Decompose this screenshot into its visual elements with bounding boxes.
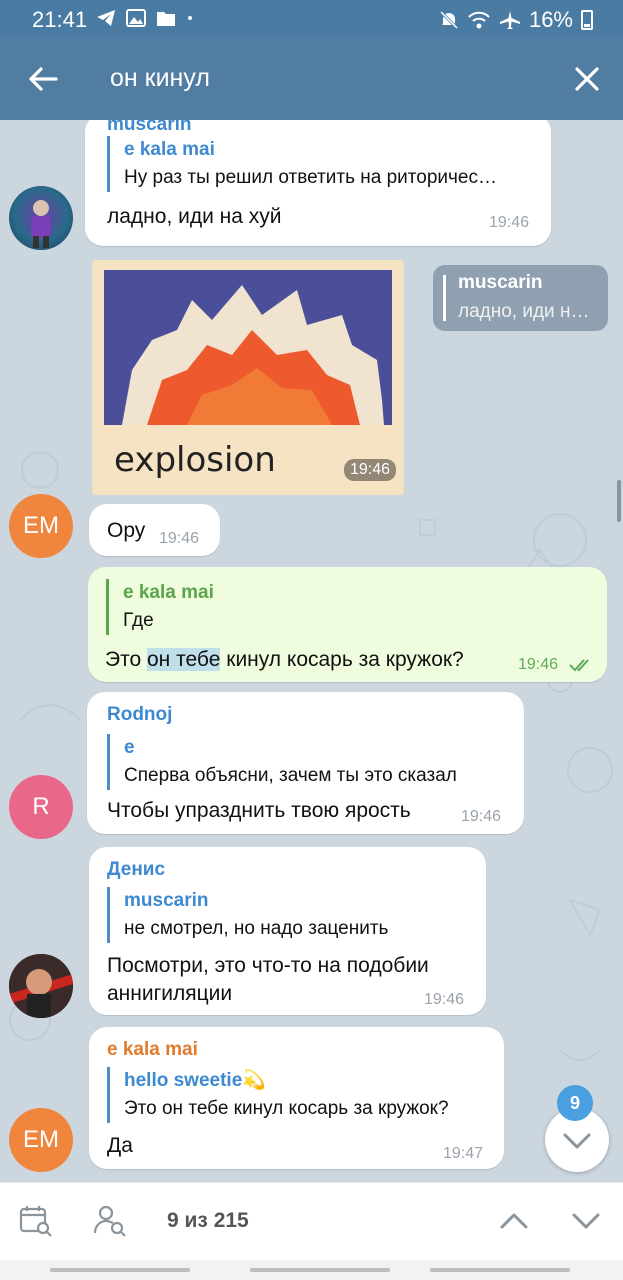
battery-percent: 16% <box>528 7 573 32</box>
back-arrow-icon[interactable] <box>26 62 60 96</box>
avatar-initials: EM <box>23 1126 59 1153</box>
reply-quote[interactable]: muscarin не смотрел, но надо заценить <box>107 887 477 943</box>
close-icon[interactable] <box>570 62 604 96</box>
double-check-icon <box>569 659 589 672</box>
nav-handle[interactable] <box>430 1268 570 1272</box>
unread-count-badge: 9 <box>557 1085 593 1121</box>
avatar-initials: R <box>32 793 50 820</box>
sender-name[interactable]: e kala mai <box>107 1039 198 1061</box>
avatar[interactable]: EM <box>9 494 73 558</box>
system-navigation-bar <box>0 1260 623 1280</box>
search-highlight: он тебе <box>147 648 221 671</box>
chevron-up-icon[interactable] <box>496 1203 532 1239</box>
message-time: 19:46 <box>424 991 465 1008</box>
search-navigation-bar: 9 из 215 <box>0 1182 623 1260</box>
reply-author: e <box>124 737 135 758</box>
mute-icon <box>439 10 459 30</box>
sender-name[interactable]: Денис <box>107 859 165 881</box>
user-search-icon[interactable] <box>92 1203 128 1239</box>
chevron-down-icon[interactable] <box>568 1203 604 1239</box>
date-chip-label: 21 декабря <box>265 140 358 159</box>
reply-text: не смотрел, но надо заценить <box>124 918 389 939</box>
avatar[interactable]: EM <box>9 1108 73 1172</box>
message-time: 19:46 <box>489 214 530 231</box>
nav-handle[interactable] <box>50 1268 190 1272</box>
message-text: Чтобы упразднить твою ярость <box>107 799 411 822</box>
image-icon <box>126 9 146 27</box>
reply-quote[interactable]: hello sweetie💫 Это он тебе кинул косарь … <box>107 1067 497 1123</box>
sender-name[interactable]: Rodnoj <box>107 704 172 726</box>
message-time: 19:46 <box>461 808 502 825</box>
avatar[interactable] <box>9 954 73 1018</box>
reply-author: e kala mai <box>123 582 214 603</box>
message-text-part: кинул косарь за кружок? <box>220 648 464 671</box>
image-caption: explosion <box>114 440 276 480</box>
reply-text: ладно, иди н… <box>458 301 590 322</box>
reply-text: Это он тебе кинул косарь за кружок? <box>124 1098 449 1119</box>
chat-area[interactable]: muscarin e kala mai Ну раз ты решил отве… <box>0 120 623 1182</box>
search-input[interactable]: он кинул <box>110 64 210 93</box>
reply-author: muscarin <box>458 272 543 293</box>
message-time: 19:46 <box>518 656 559 673</box>
dot-icon <box>188 16 192 20</box>
message-text: Ору <box>107 519 146 542</box>
wifi-icon <box>468 11 490 29</box>
reply-text: Где <box>123 610 154 631</box>
status-bar: 21:41 16% <box>0 0 623 38</box>
status-time: 21:41 <box>32 7 88 32</box>
unread-count: 9 <box>569 1092 580 1113</box>
message-text-line: аннигиляции <box>107 982 233 1005</box>
search-header: он кинул <box>0 38 623 120</box>
reply-quote[interactable]: e Сперва объясни, зачем ты это сказал <box>107 734 507 790</box>
photo-message[interactable]: explosion 19:46 <box>92 260 404 495</box>
message-time: 19:46 <box>159 530 200 547</box>
avatar-initials: EM <box>23 512 59 539</box>
user-photo <box>9 954 73 1018</box>
system-icons: 16% <box>439 7 593 33</box>
message-bubble[interactable]: Денис muscarin не смотрел, но надо зацен… <box>89 847 486 1015</box>
message-bubble[interactable]: Ору 19:46 <box>89 504 220 556</box>
message-text-line: Посмотри, это что-то на подобии <box>107 954 429 977</box>
airplane-icon <box>499 11 520 29</box>
reply-text: Сперва объясни, зачем ты это сказал <box>124 765 457 786</box>
message-text: Это он тебе кинул косарь за кружок? <box>105 645 464 674</box>
user-photo <box>31 200 51 248</box>
telegram-icon <box>97 10 115 26</box>
date-chip: 21 декабря <box>244 134 379 166</box>
nav-handle[interactable] <box>250 1268 390 1272</box>
scrollbar[interactable] <box>617 480 621 522</box>
message-text: Да <box>107 1134 133 1157</box>
reply-quote[interactable]: e kala mai Где <box>106 579 586 635</box>
reply-text: Ну раз ты решил ответить на риторичес… <box>124 167 497 188</box>
notification-icons <box>96 9 194 27</box>
reply-author: muscarin <box>124 890 209 911</box>
reply-author: hello sweetie💫 <box>124 1070 266 1091</box>
message-text: ладно, иди на хуй <box>107 205 282 228</box>
outgoing-message-bubble[interactable]: e kala mai Где Это он тебе кинул косарь … <box>88 567 607 682</box>
message-time: 19:47 <box>443 1145 484 1162</box>
search-result-counter: 9 из 215 <box>167 1209 249 1232</box>
forwarded-reply-preview[interactable]: muscarin ладно, иди н… <box>433 265 608 331</box>
battery-icon <box>581 10 593 30</box>
calendar-search-icon[interactable] <box>18 1203 54 1239</box>
avatar[interactable]: R <box>9 775 73 839</box>
message-bubble[interactable]: Rodnoj e Сперва объясни, зачем ты это ск… <box>87 692 524 834</box>
avatar[interactable] <box>9 186 73 250</box>
sender-name[interactable]: muscarin <box>107 120 191 136</box>
message-bubble[interactable]: e kala mai hello sweetie💫 Это он тебе ки… <box>89 1027 504 1169</box>
message-text-part: Это <box>105 648 147 671</box>
photo-time: 19:46 <box>344 459 397 481</box>
folder-icon <box>157 12 175 26</box>
